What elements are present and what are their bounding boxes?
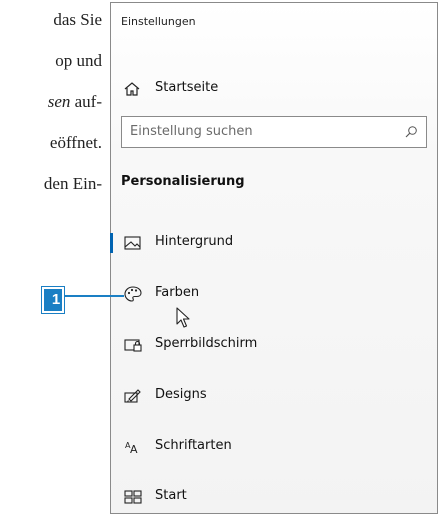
page-text-line-5: den Ein-: [43, 174, 102, 193]
callout-line: [64, 295, 124, 297]
nav-label: Farben: [155, 285, 200, 300]
start-menu-icon: [124, 490, 142, 504]
nav-label: Hintergrund: [155, 234, 234, 249]
search-placeholder: Einstellung suchen: [130, 124, 253, 139]
page-text-line-3: sen auf-: [47, 92, 102, 111]
page-text-line-1: das Sie: [53, 10, 102, 29]
home-icon: [124, 82, 140, 96]
callout-number: 1: [51, 291, 61, 308]
page-text-line-2: op und: [55, 51, 102, 70]
picture-icon: [124, 236, 141, 250]
search-icon[interactable]: [404, 125, 418, 139]
section-title: Personalisierung: [121, 174, 245, 189]
nav-item-start[interactable]: Start: [111, 479, 437, 515]
home-label: Startseite: [155, 80, 219, 95]
nav-label: Schriftarten: [155, 438, 232, 453]
nav-label: Designs: [155, 387, 207, 402]
nav-item-farben[interactable]: Farben: [111, 276, 437, 312]
palette-icon: [124, 286, 142, 302]
nav-item-sperrbildschirm[interactable]: Sperrbildschirm: [111, 327, 437, 363]
settings-window: Einstellungen Startseite Einstellung suc…: [110, 2, 438, 514]
lock-screen-icon: [124, 339, 142, 352]
nav-label: Sperrbildschirm: [155, 336, 258, 351]
mouse-cursor-icon: [176, 307, 190, 328]
brush-icon: [124, 389, 141, 403]
nav-item-hintergrund[interactable]: Hintergrund: [110, 225, 437, 261]
nav-label: Start: [155, 488, 187, 503]
font-icon: A A: [125, 441, 138, 456]
search-input[interactable]: Einstellung suchen: [121, 116, 427, 148]
nav-item-schriftarten[interactable]: A A Schriftarten: [111, 429, 437, 465]
home-nav-item[interactable]: Startseite: [111, 73, 437, 105]
page-text-line-4: eöffnet.: [49, 133, 102, 152]
nav-item-designs[interactable]: Designs: [111, 378, 437, 414]
svg-text:A: A: [130, 443, 138, 456]
window-title: Einstellungen: [121, 15, 196, 28]
